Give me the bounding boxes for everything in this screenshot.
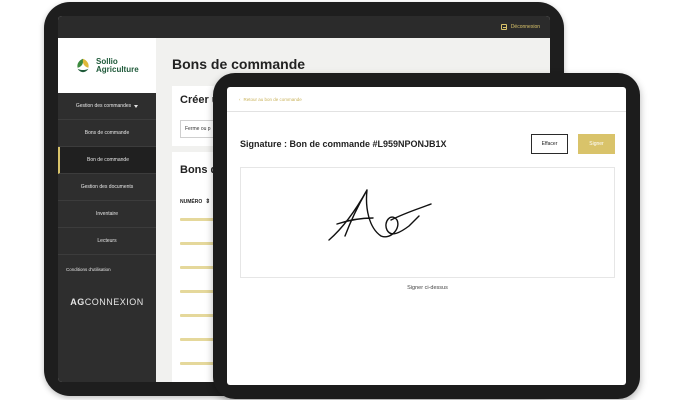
agconnexion-logo: AGCONNEXION	[58, 297, 156, 307]
sidebar-item-purchase-order[interactable]: Bon de commande	[58, 147, 156, 174]
logout-label: Déconnexion	[510, 24, 540, 30]
front-tablet: ‹ Retour au bon de commande Signature : …	[213, 73, 640, 399]
header-divider	[227, 111, 626, 112]
caret-down-icon	[134, 104, 139, 108]
sign-button[interactable]: Signer	[578, 134, 615, 154]
signature-pad[interactable]	[240, 167, 615, 278]
brand-bold: AG	[70, 297, 85, 307]
logo-line2: Agriculture	[96, 64, 139, 74]
sidebar-item-label: Inventaire	[96, 211, 118, 217]
back-to-order-link[interactable]: ‹ Retour au bon de commande	[239, 97, 302, 102]
brand-rest: CONNEXION	[84, 297, 144, 307]
sidebar-item-label: Lecteurs	[97, 238, 117, 244]
chevron-left-icon: ‹	[239, 97, 241, 102]
signature-stroke	[328, 189, 432, 241]
back-link-label: Retour au bon de commande	[243, 97, 302, 102]
number-column-header[interactable]: NUMÉRO ⇕	[180, 198, 211, 206]
farm-select-value: Ferme ou p	[185, 126, 211, 132]
sidebar-item-label: Bons de commande	[84, 130, 130, 136]
logout-link[interactable]: Déconnexion	[500, 24, 540, 30]
sort-icon: ⇕	[205, 199, 211, 205]
sidebar-group-label: Gestion des commandes	[75, 103, 132, 109]
sidebar-item-purchase-orders[interactable]: Bons de commande	[58, 120, 156, 147]
sidebar-item-label: Bon de commande	[87, 157, 129, 163]
signature-caption: Signer ci-dessus	[407, 285, 448, 291]
sidebar-group-orders[interactable]: Gestion des commandes	[58, 93, 156, 120]
sidebar-item-readers[interactable]: Lecteurs	[58, 228, 156, 255]
logout-icon	[500, 24, 507, 30]
signature-title: Signature : Bon de commande #L959NPONJB1…	[240, 139, 447, 149]
sidebar-item-inventory[interactable]: Inventaire	[58, 201, 156, 228]
logo-text: Sollio Agriculture	[96, 57, 139, 74]
sidebar-item-label: Gestion des documents	[80, 184, 134, 190]
top-bar: Déconnexion	[58, 16, 550, 38]
clear-button[interactable]: Effacer	[531, 134, 568, 154]
sidebar: Sollio Agriculture Gestion des commandes…	[58, 38, 156, 382]
column-label: NUMÉRO	[180, 198, 203, 205]
sidebar-item-documents[interactable]: Gestion des documents	[58, 174, 156, 201]
sollio-leaf-icon	[77, 58, 89, 72]
front-tablet-screen: ‹ Retour au bon de commande Signature : …	[227, 87, 626, 385]
list-card-title: Bons d	[180, 164, 218, 176]
page-title: Bons de commande	[172, 56, 306, 72]
terms-link[interactable]: Conditions d'utilisation	[58, 261, 156, 277]
logo[interactable]: Sollio Agriculture	[58, 38, 156, 93]
